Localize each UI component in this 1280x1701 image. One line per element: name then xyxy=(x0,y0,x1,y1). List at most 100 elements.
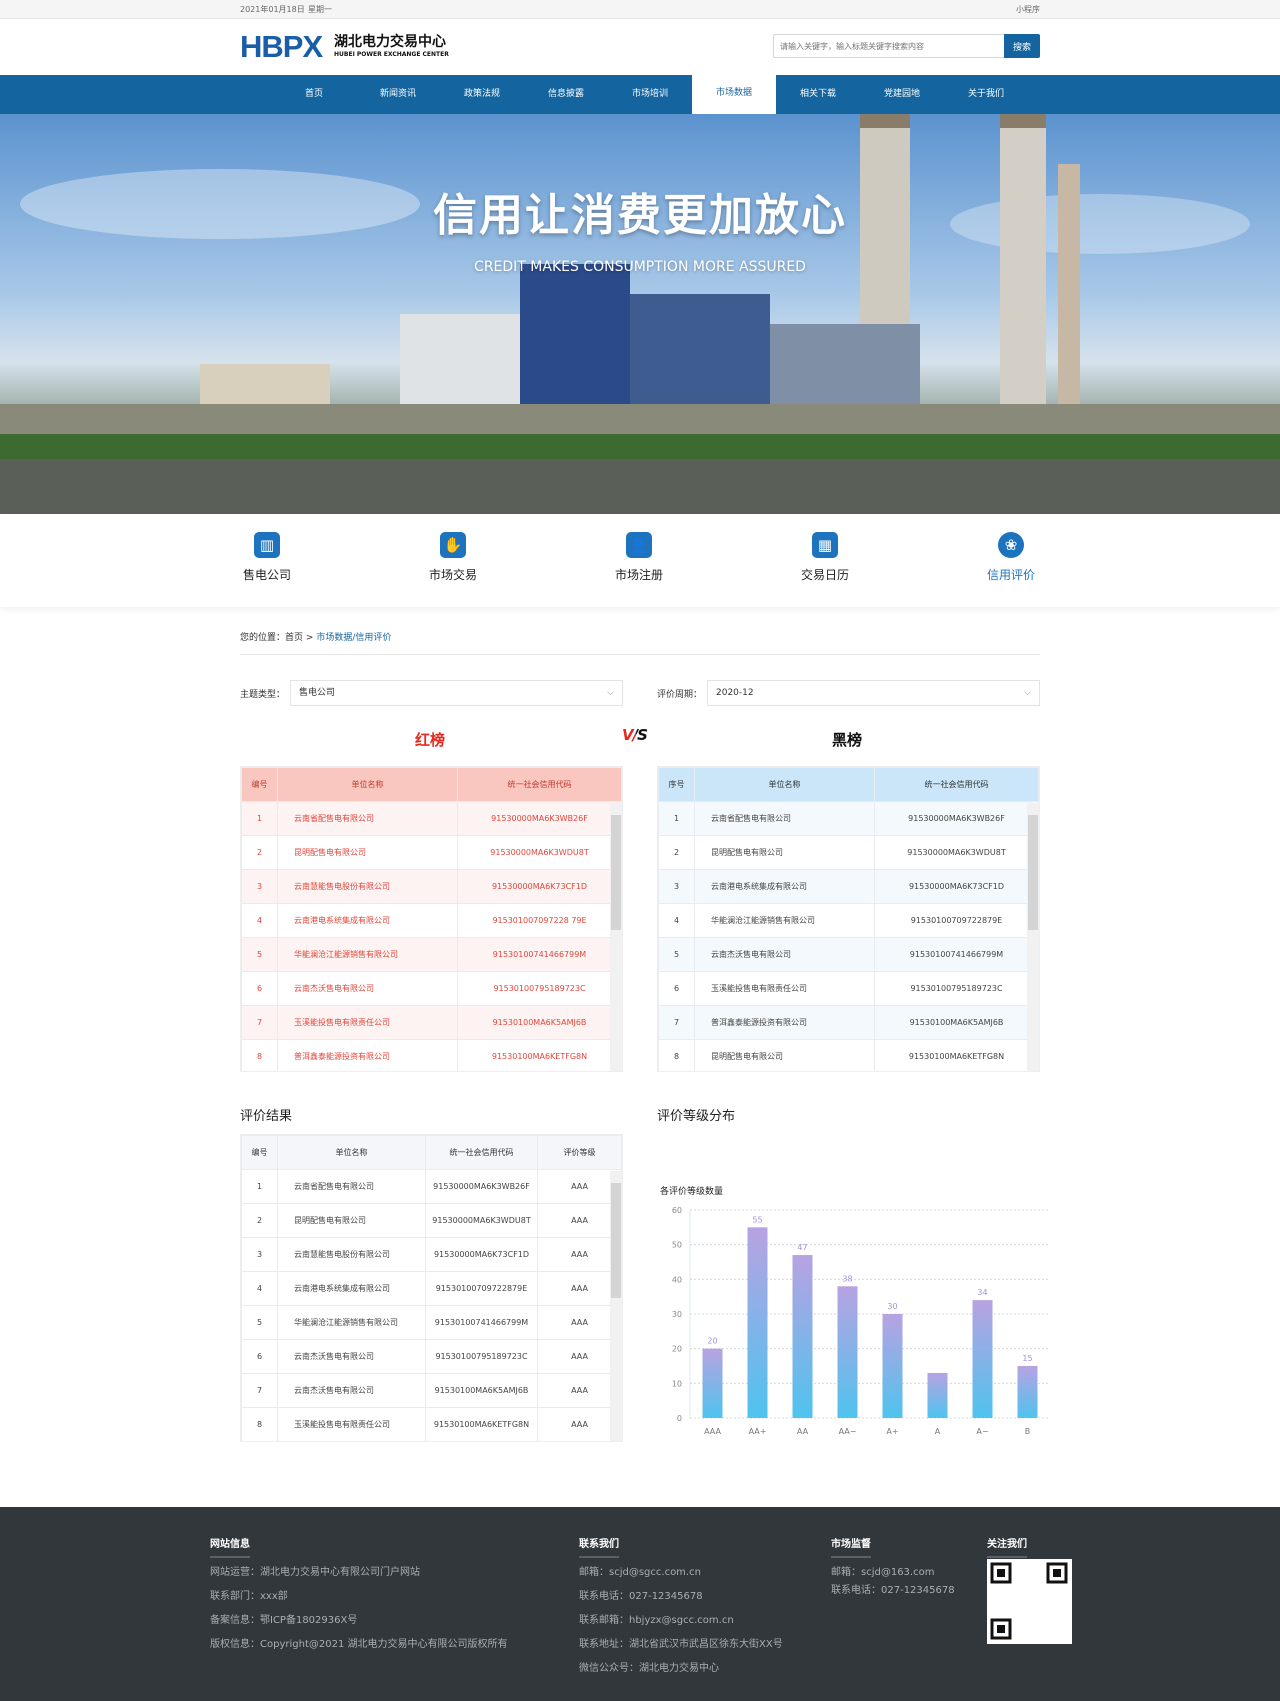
date: 2021年01月18日 xyxy=(240,5,305,14)
nav-item[interactable]: 政策法规 xyxy=(440,75,524,114)
scrollbar[interactable] xyxy=(610,803,622,1071)
quick-link[interactable]: ▦ 交易日历 xyxy=(780,532,870,583)
table-cell: 2 xyxy=(241,1203,278,1238)
weekday: 星期一 xyxy=(308,5,332,14)
logo-en: HUBEI POWER EXCHANGE CENTER xyxy=(334,51,449,58)
x-tick-label: AA+ xyxy=(749,1427,767,1436)
nav-item[interactable]: 关于我们 xyxy=(944,75,1028,114)
table-row[interactable]: 7 普洱鑫泰能源投资有限公司 91530100MA6K5AMJ6B xyxy=(658,1005,1039,1040)
quick-link[interactable]: ❀ 信用评价 xyxy=(966,532,1056,583)
calendar-icon: ▦ xyxy=(812,532,838,558)
table-cell: 7 xyxy=(658,1005,695,1040)
scrollbar[interactable] xyxy=(610,1171,622,1441)
x-tick-label: A xyxy=(935,1427,941,1436)
mini-program-link[interactable]: 小程序 xyxy=(1016,4,1040,15)
hero-title: 信用让消费更加放心 xyxy=(433,190,847,241)
chart-title: 各评价等级数量 xyxy=(660,1187,724,1197)
table-row[interactable]: 3 云南港电系统集成有限公司 91530000MA6K73CF1D xyxy=(658,869,1039,904)
table-cell: 91530000MA6K3WDU8T xyxy=(425,1203,538,1238)
search-input[interactable] xyxy=(773,34,1005,58)
divider xyxy=(240,654,1040,655)
table-row[interactable]: 3 云南慧能售电股份有限公司 91530000MA6K73CF1D AAA xyxy=(241,1237,622,1272)
quick-link[interactable]: ✋ 市场交易 xyxy=(408,532,498,583)
table-row[interactable]: 3 云南慧能售电股份有限公司 91530000MA6K73CF1D xyxy=(241,869,622,904)
search-button[interactable]: 搜索 xyxy=(1004,34,1040,58)
table-row[interactable]: 7 玉溪能投售电有限责任公司 91530100MA6K5AMJ6B xyxy=(241,1005,622,1040)
quick-link[interactable]: ▥ 售电公司 xyxy=(222,532,312,583)
header: HBPX 湖北电力交易中心 HUBEI POWER EXCHANGE CENTE… xyxy=(0,19,1280,75)
table-row[interactable]: 8 普洱鑫泰能源投资有限公司 91530100MA6KETFG8N xyxy=(241,1039,622,1071)
footer-line: 联系部门：xxx部 xyxy=(210,1591,288,1602)
column-header: 评价等级 xyxy=(537,1135,622,1170)
table-row[interactable]: 4 云南港电系统集成有限公司 915301007097228 79E xyxy=(241,903,622,938)
building-icon: ▥ xyxy=(254,532,280,558)
table-header: 编号 单位名称 统一社会信用代码 xyxy=(241,767,622,802)
table-row[interactable]: 4 华能澜沧江能源销售有限公司 91530100709722879E xyxy=(658,903,1039,938)
table-row[interactable]: 1 云南省配售电有限公司 91530000MA6K3WB26F xyxy=(241,801,622,836)
table-cell: 华能澜沧江能源销售有限公司 xyxy=(694,903,875,938)
hero-subtitle: CREDIT MAKES CONSUMPTION MORE ASSURED xyxy=(474,259,806,275)
table-row[interactable]: 8 昆明配售电有限公司 91530100MA6KETFG8N xyxy=(658,1039,1039,1071)
table-cell: 91530100795189723C xyxy=(874,971,1039,1006)
footer-line: 邮箱：scjd@sgcc.com.cn xyxy=(579,1567,701,1578)
nav-item[interactable]: 新闻资讯 xyxy=(356,75,440,114)
subject-value: 售电公司 xyxy=(299,688,336,698)
table-row[interactable]: 5 华能澜沧江能源销售有限公司 91530100741466799M AAA xyxy=(241,1305,622,1340)
data-label: 30 xyxy=(887,1302,897,1311)
subject-label: 主题类型： xyxy=(240,690,286,700)
scrollbar[interactable] xyxy=(1027,803,1039,1071)
table-cell: 915301007097228 79E xyxy=(457,903,622,938)
data-label: 47 xyxy=(797,1243,807,1252)
column-header: 单位名称 xyxy=(694,767,875,802)
table-row[interactable]: 8 玉溪能投售电有限责任公司 91530100MA6KETFG8N AAA xyxy=(241,1407,622,1441)
table-cell: AAA xyxy=(537,1373,622,1408)
table-cell: 玉溪能投售电有限责任公司 xyxy=(277,1407,426,1441)
nav-item[interactable]: 市场培训 xyxy=(608,75,692,114)
table-cell: 3 xyxy=(658,869,695,904)
quick-link[interactable]: 👤 市场注册 xyxy=(594,532,684,583)
chevron-down-icon: ⌵ xyxy=(1024,688,1031,698)
table-row[interactable]: 2 昆明配售电有限公司 91530000MA6K3WDU8T xyxy=(658,835,1039,870)
table-cell: 4 xyxy=(658,903,695,938)
table-cell: 昆明配售电有限公司 xyxy=(277,835,458,870)
column-header: 编号 xyxy=(241,1135,278,1170)
nav-item[interactable]: 信息披露 xyxy=(524,75,608,114)
table-row[interactable]: 4 云南港电系统集成有限公司 91530100709722879E AAA xyxy=(241,1271,622,1306)
quick-link-label: 市场注册 xyxy=(614,568,663,582)
table-cell: 3 xyxy=(241,869,278,904)
nav-item[interactable]: 首页 xyxy=(272,75,356,114)
distribution-title: 评价等级分布 xyxy=(657,1109,736,1124)
period-select[interactable]: 2020-12 ⌵ xyxy=(707,680,1040,706)
table-cell: 云南省配售电有限公司 xyxy=(694,801,875,836)
table-cell: 云南杰沃售电有限公司 xyxy=(277,1373,426,1408)
table-cell: 4 xyxy=(241,1271,278,1306)
table-cell: 91530000MA6K73CF1D xyxy=(457,869,622,904)
table-cell: 91530100709722879E xyxy=(425,1271,538,1306)
breadcrumb-home[interactable]: 首页 xyxy=(285,633,303,643)
table-row[interactable]: 6 云南杰沃售电有限公司 91530100795189723C AAA xyxy=(241,1339,622,1374)
y-tick-label: 60 xyxy=(672,1206,682,1215)
table-row[interactable]: 1 云南省配售电有限公司 91530000MA6K3WB26F xyxy=(658,801,1039,836)
nav-item[interactable]: 党建园地 xyxy=(860,75,944,114)
table-cell: 云南港电系统集成有限公司 xyxy=(694,869,875,904)
breadcrumb-current[interactable]: 市场数据/信用评价 xyxy=(316,633,391,643)
table-cell: 华能澜沧江能源销售有限公司 xyxy=(277,1305,426,1340)
table-cell: 普洱鑫泰能源投资有限公司 xyxy=(277,1039,458,1071)
table-row[interactable]: 6 玉溪能投售电有限责任公司 91530100795189723C xyxy=(658,971,1039,1006)
footer-line: 联系电话：027-12345678 xyxy=(579,1591,703,1602)
nav-item[interactable]: 市场数据 xyxy=(692,74,776,114)
bar xyxy=(927,1372,948,1418)
table-row[interactable]: 1 云南省配售电有限公司 91530000MA6K3WB26F AAA xyxy=(241,1169,622,1204)
table-row[interactable]: 7 云南杰沃售电有限公司 91530100MA6K5AMJ6B AAA xyxy=(241,1373,622,1408)
table-row[interactable]: 6 云南杰沃售电有限公司 91530100795189723C xyxy=(241,971,622,1006)
red-board-title: 红榜 xyxy=(415,731,446,749)
table-cell: 云南省配售电有限公司 xyxy=(277,1169,426,1204)
table-row[interactable]: 2 昆明配售电有限公司 91530000MA6K3WDU8T AAA xyxy=(241,1203,622,1238)
subject-select[interactable]: 售电公司 ⌵ xyxy=(290,680,623,706)
data-label: 20 xyxy=(707,1337,717,1346)
data-label: 38 xyxy=(842,1274,852,1283)
table-row[interactable]: 5 华能澜沧江能源销售有限公司 91530100741466799M xyxy=(241,937,622,972)
nav-item[interactable]: 相关下载 xyxy=(776,75,860,114)
table-row[interactable]: 2 昆明配售电有限公司 91530000MA6K3WDU8T xyxy=(241,835,622,870)
table-row[interactable]: 5 云南杰沃售电有限公司 91530100741466799M xyxy=(658,937,1039,972)
